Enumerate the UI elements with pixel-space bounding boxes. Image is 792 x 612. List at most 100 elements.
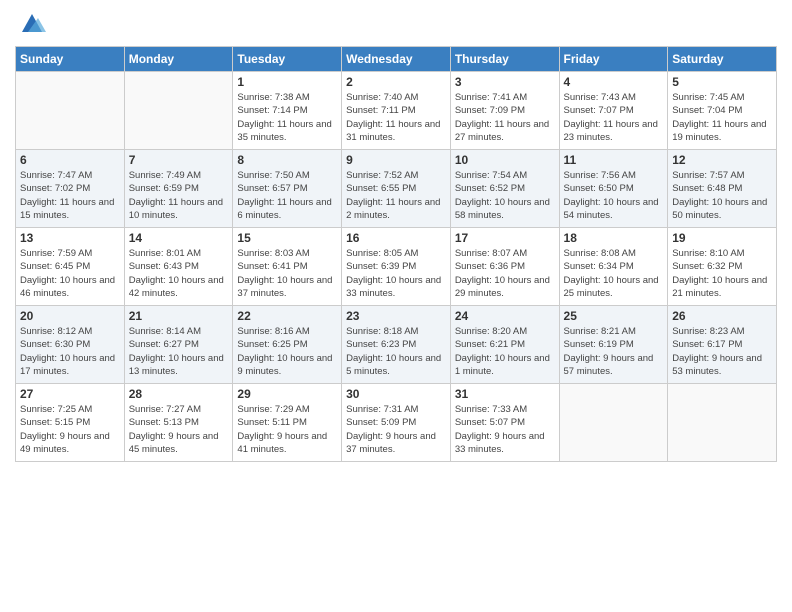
day-number: 14 (129, 231, 229, 245)
weekday-header: Thursday (450, 47, 559, 72)
day-number: 16 (346, 231, 446, 245)
day-number: 4 (564, 75, 664, 89)
day-info: Sunrise: 7:52 AM Sunset: 6:55 PM Dayligh… (346, 169, 446, 222)
day-info: Sunrise: 7:59 AM Sunset: 6:45 PM Dayligh… (20, 247, 120, 300)
day-info: Sunrise: 7:54 AM Sunset: 6:52 PM Dayligh… (455, 169, 555, 222)
day-number: 1 (237, 75, 337, 89)
day-info: Sunrise: 8:01 AM Sunset: 6:43 PM Dayligh… (129, 247, 229, 300)
day-info: Sunrise: 7:27 AM Sunset: 5:13 PM Dayligh… (129, 403, 229, 456)
day-info: Sunrise: 7:38 AM Sunset: 7:14 PM Dayligh… (237, 91, 337, 144)
day-number: 7 (129, 153, 229, 167)
header (15, 10, 777, 38)
calendar-cell: 28 Sunrise: 7:27 AM Sunset: 5:13 PM Dayli… (124, 384, 233, 462)
calendar-cell: 19Sunrise: 8:10 AM Sunset: 6:32 PM Dayli… (668, 228, 777, 306)
calendar-cell: 2 Sunrise: 7:40 AM Sunset: 7:11 PM Daylig… (342, 72, 451, 150)
calendar-week-row: 27 Sunrise: 7:25 AM Sunset: 5:15 PM Dayli… (16, 384, 777, 462)
calendar-cell: 1 Sunrise: 7:38 AM Sunset: 7:14 PM Daylig… (233, 72, 342, 150)
calendar-week-row: 20 Sunrise: 8:12 AM Sunset: 6:30 PM Dayli… (16, 306, 777, 384)
day-info: Sunrise: 8:16 AM Sunset: 6:25 PM Dayligh… (237, 325, 337, 378)
calendar-cell: 31 Sunrise: 7:33 AM Sunset: 5:07 PM Dayli… (450, 384, 559, 462)
day-info: Sunrise: 8:05 AM Sunset: 6:39 PM Dayligh… (346, 247, 446, 300)
day-number: 22 (237, 309, 337, 323)
day-info: Sunrise: 8:14 AM Sunset: 6:27 PM Dayligh… (129, 325, 229, 378)
day-info: Sunrise: 8:23 AM Sunset: 6:17 PM Dayligh… (672, 325, 772, 378)
day-number: 5 (672, 75, 772, 89)
day-info: Sunrise: 7:47 AM Sunset: 7:02 PM Dayligh… (20, 169, 120, 222)
calendar-cell: 25 Sunrise: 8:21 AM Sunset: 6:19 PM Dayli… (559, 306, 668, 384)
weekday-header: Tuesday (233, 47, 342, 72)
day-number: 6 (20, 153, 120, 167)
day-number: 23 (346, 309, 446, 323)
day-number: 21 (129, 309, 229, 323)
calendar-cell: 21 Sunrise: 8:14 AM Sunset: 6:27 PM Dayli… (124, 306, 233, 384)
page: SundayMondayTuesdayWednesdayThursdayFrid… (0, 0, 792, 612)
day-number: 20 (20, 309, 120, 323)
day-number: 24 (455, 309, 555, 323)
day-info: Sunrise: 8:18 AM Sunset: 6:23 PM Dayligh… (346, 325, 446, 378)
calendar-cell: 8 Sunrise: 7:50 AM Sunset: 6:57 PM Daylig… (233, 150, 342, 228)
day-number: 27 (20, 387, 120, 401)
calendar-cell: 14 Sunrise: 8:01 AM Sunset: 6:43 PM Dayli… (124, 228, 233, 306)
calendar-cell (124, 72, 233, 150)
calendar-cell: 26 Sunrise: 8:23 AM Sunset: 6:17 PM Dayli… (668, 306, 777, 384)
calendar-cell: 23 Sunrise: 8:18 AM Sunset: 6:23 PM Dayli… (342, 306, 451, 384)
day-info: Sunrise: 7:40 AM Sunset: 7:11 PM Dayligh… (346, 91, 446, 144)
day-info: Sunrise: 7:33 AM Sunset: 5:07 PM Dayligh… (455, 403, 555, 456)
day-number: 9 (346, 153, 446, 167)
day-number: 13 (20, 231, 120, 245)
weekday-header: Friday (559, 47, 668, 72)
day-number: 25 (564, 309, 664, 323)
calendar-cell: 5Sunrise: 7:45 AM Sunset: 7:04 PM Daylig… (668, 72, 777, 150)
calendar-cell: 6 Sunrise: 7:47 AM Sunset: 7:02 PM Daylig… (16, 150, 125, 228)
calendar-header-row: SundayMondayTuesdayWednesdayThursdayFrid… (16, 47, 777, 72)
day-number: 17 (455, 231, 555, 245)
calendar-cell: 22 Sunrise: 8:16 AM Sunset: 6:25 PM Dayli… (233, 306, 342, 384)
calendar-cell: 10 Sunrise: 7:54 AM Sunset: 6:52 PM Dayli… (450, 150, 559, 228)
calendar-cell: 3 Sunrise: 7:41 AM Sunset: 7:09 PM Daylig… (450, 72, 559, 150)
calendar-week-row: 13 Sunrise: 7:59 AM Sunset: 6:45 PM Dayli… (16, 228, 777, 306)
logo (15, 10, 46, 38)
day-info: Sunrise: 7:49 AM Sunset: 6:59 PM Dayligh… (129, 169, 229, 222)
calendar-table: SundayMondayTuesdayWednesdayThursdayFrid… (15, 46, 777, 462)
day-info: Sunrise: 8:08 AM Sunset: 6:34 PM Dayligh… (564, 247, 664, 300)
weekday-header: Monday (124, 47, 233, 72)
day-info: Sunrise: 7:29 AM Sunset: 5:11 PM Dayligh… (237, 403, 337, 456)
day-info: Sunrise: 7:50 AM Sunset: 6:57 PM Dayligh… (237, 169, 337, 222)
day-info: Sunrise: 8:21 AM Sunset: 6:19 PM Dayligh… (564, 325, 664, 378)
calendar-cell: 13 Sunrise: 7:59 AM Sunset: 6:45 PM Dayli… (16, 228, 125, 306)
weekday-header: Saturday (668, 47, 777, 72)
day-info: Sunrise: 7:57 AM Sunset: 6:48 PM Dayligh… (672, 169, 772, 222)
calendar-cell: 12Sunrise: 7:57 AM Sunset: 6:48 PM Dayli… (668, 150, 777, 228)
weekday-header: Wednesday (342, 47, 451, 72)
day-number: 8 (237, 153, 337, 167)
day-info: Sunrise: 7:43 AM Sunset: 7:07 PM Dayligh… (564, 91, 664, 144)
calendar-cell (559, 384, 668, 462)
day-number: 2 (346, 75, 446, 89)
calendar-cell (668, 384, 777, 462)
calendar-cell: 18 Sunrise: 8:08 AM Sunset: 6:34 PM Dayli… (559, 228, 668, 306)
day-number: 15 (237, 231, 337, 245)
calendar-cell: 29 Sunrise: 7:29 AM Sunset: 5:11 PM Dayli… (233, 384, 342, 462)
day-info: Sunrise: 7:41 AM Sunset: 7:09 PM Dayligh… (455, 91, 555, 144)
day-info: Sunrise: 8:12 AM Sunset: 6:30 PM Dayligh… (20, 325, 120, 378)
day-info: Sunrise: 8:07 AM Sunset: 6:36 PM Dayligh… (455, 247, 555, 300)
day-number: 18 (564, 231, 664, 245)
day-number: 3 (455, 75, 555, 89)
day-info: Sunrise: 7:25 AM Sunset: 5:15 PM Dayligh… (20, 403, 120, 456)
calendar-cell: 20 Sunrise: 8:12 AM Sunset: 6:30 PM Dayli… (16, 306, 125, 384)
calendar-week-row: 6 Sunrise: 7:47 AM Sunset: 7:02 PM Daylig… (16, 150, 777, 228)
calendar-cell: 4 Sunrise: 7:43 AM Sunset: 7:07 PM Daylig… (559, 72, 668, 150)
day-number: 31 (455, 387, 555, 401)
day-number: 30 (346, 387, 446, 401)
day-number: 29 (237, 387, 337, 401)
calendar-cell: 30 Sunrise: 7:31 AM Sunset: 5:09 PM Dayli… (342, 384, 451, 462)
day-info: Sunrise: 7:31 AM Sunset: 5:09 PM Dayligh… (346, 403, 446, 456)
calendar-cell: 27 Sunrise: 7:25 AM Sunset: 5:15 PM Dayli… (16, 384, 125, 462)
day-number: 11 (564, 153, 664, 167)
day-number: 26 (672, 309, 772, 323)
calendar-cell: 15Sunrise: 8:03 AM Sunset: 6:41 PM Dayli… (233, 228, 342, 306)
day-number: 10 (455, 153, 555, 167)
day-number: 28 (129, 387, 229, 401)
calendar-cell: 9 Sunrise: 7:52 AM Sunset: 6:55 PM Daylig… (342, 150, 451, 228)
calendar-cell: 16 Sunrise: 8:05 AM Sunset: 6:39 PM Dayli… (342, 228, 451, 306)
